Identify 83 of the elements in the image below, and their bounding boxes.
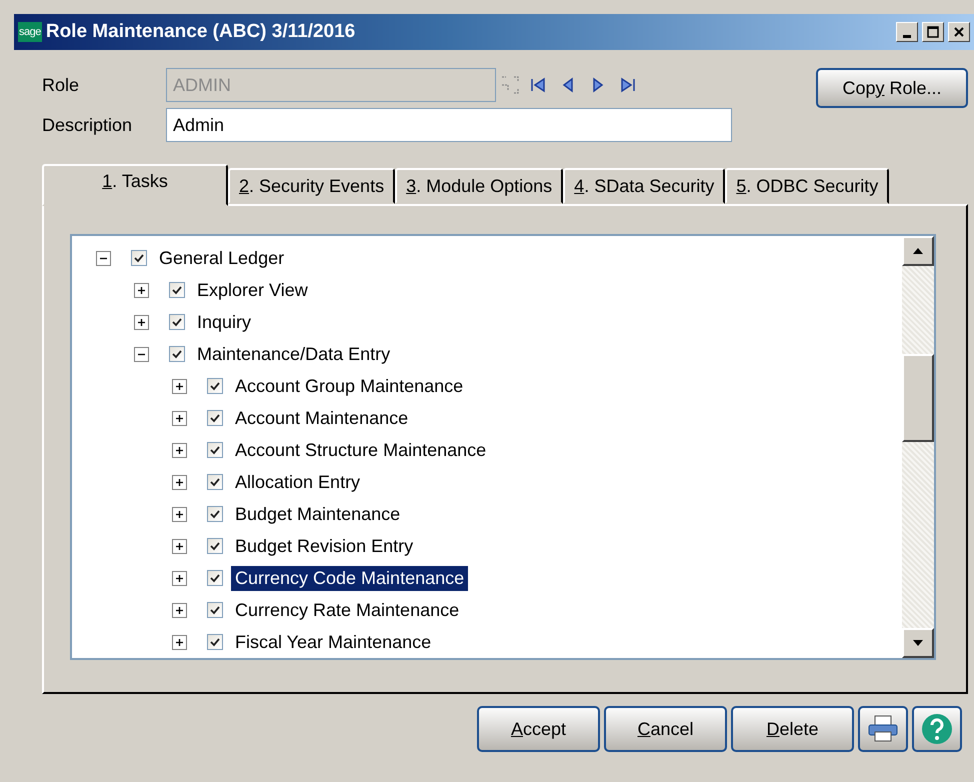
scrollbar[interactable] — [902, 236, 934, 658]
maximize-button[interactable] — [922, 22, 944, 42]
tab[interactable]: 3. Module Options — [395, 168, 564, 204]
action-button[interactable]: Accept — [477, 706, 600, 752]
tree-item[interactable]: Budget Maintenance — [231, 502, 404, 526]
help-button[interactable] — [912, 706, 962, 752]
app-logo: sage — [18, 22, 42, 42]
tree-item[interactable]: General Ledger — [155, 246, 288, 270]
field-label: Description — [42, 114, 134, 136]
tree-item[interactable]: Budget Revision Entry — [231, 534, 418, 558]
check-icon — [210, 573, 220, 583]
close-icon — [954, 27, 964, 37]
action-button[interactable]: Cancel — [604, 706, 727, 752]
collapse-icon[interactable] — [134, 346, 149, 362]
expand-icon[interactable] — [172, 602, 187, 618]
tree-item[interactable]: Maintenance/Data Entry — [193, 342, 394, 366]
collapse-icon[interactable] — [96, 250, 111, 266]
scroll-up-icon[interactable] — [913, 248, 923, 254]
tree-item[interactable]: Currency Rate Maintenance — [231, 598, 464, 622]
expand-icon[interactable] — [172, 378, 187, 394]
tree-item[interactable]: Currency Code Maintenance — [231, 566, 468, 590]
action-button[interactable]: Delete — [731, 706, 854, 752]
check-icon — [172, 285, 182, 295]
scroll-down-icon[interactable] — [913, 640, 923, 646]
tab[interactable]: 1. Tasks — [42, 164, 228, 206]
tree-item[interactable]: Account Group Maintenance — [231, 374, 468, 398]
checkbox[interactable] — [207, 602, 223, 618]
print-button[interactable] — [858, 706, 908, 752]
expand-icon[interactable] — [134, 282, 149, 298]
checkbox[interactable] — [131, 250, 147, 266]
help-icon — [921, 713, 953, 745]
checkbox[interactable] — [169, 346, 185, 362]
check-icon — [210, 477, 220, 487]
copy-role-button[interactable]: Copy Role... — [816, 68, 968, 108]
checkbox[interactable] — [169, 314, 185, 330]
tab[interactable]: 2. Security Events — [228, 168, 396, 204]
expand-icon[interactable] — [172, 538, 187, 554]
field-label: Role — [42, 74, 80, 96]
check-icon — [172, 317, 182, 327]
previous-record-icon[interactable] — [560, 77, 576, 93]
check-icon — [210, 381, 220, 391]
tree-item[interactable]: Account Structure Maintenance — [231, 438, 490, 462]
close-button[interactable] — [948, 22, 970, 42]
expand-icon[interactable] — [134, 314, 149, 330]
check-icon — [210, 509, 220, 519]
first-record-icon[interactable] — [530, 77, 546, 93]
tree-item[interactable]: Inquiry — [193, 310, 256, 334]
checkbox[interactable] — [207, 474, 223, 490]
check-icon — [210, 445, 220, 455]
description-field[interactable]: Admin — [166, 108, 732, 142]
minimize-button[interactable] — [896, 22, 918, 42]
checkbox[interactable] — [207, 410, 223, 426]
tree-item[interactable]: Explorer View — [193, 278, 312, 302]
checkbox[interactable] — [207, 538, 223, 554]
checkbox[interactable] — [207, 634, 223, 650]
expand-icon[interactable] — [172, 506, 187, 522]
checkbox[interactable] — [207, 570, 223, 586]
expand-icon[interactable] — [172, 634, 187, 650]
check-icon — [210, 605, 220, 615]
window-title: Role Maintenance (ABC) 3/11/2016 — [46, 21, 356, 43]
tree-item[interactable]: Allocation Entry — [231, 470, 364, 494]
expand-icon[interactable] — [172, 442, 187, 458]
checkbox[interactable] — [207, 442, 223, 458]
printer-icon — [867, 715, 899, 743]
last-record-icon[interactable] — [620, 77, 636, 93]
checkbox[interactable] — [207, 506, 223, 522]
expand-icon[interactable] — [172, 474, 187, 490]
tab[interactable]: 5. ODBC Security — [725, 168, 890, 204]
tree-item[interactable]: Account Maintenance — [231, 406, 412, 430]
check-icon — [210, 413, 220, 423]
tab[interactable]: 4. SData Security — [563, 168, 726, 204]
scroll-thumb[interactable] — [902, 354, 934, 442]
expand-icon[interactable] — [172, 410, 187, 426]
maximize-icon — [927, 26, 939, 38]
check-icon — [134, 253, 144, 263]
check-icon — [210, 637, 220, 647]
minimize-icon — [903, 34, 911, 38]
expand-icon[interactable] — [172, 570, 187, 586]
checkbox[interactable] — [207, 378, 223, 394]
check-icon — [210, 541, 220, 551]
tree-item[interactable]: Fiscal Year Maintenance — [231, 630, 436, 654]
checkbox[interactable] — [169, 282, 185, 298]
check-icon — [172, 349, 182, 359]
